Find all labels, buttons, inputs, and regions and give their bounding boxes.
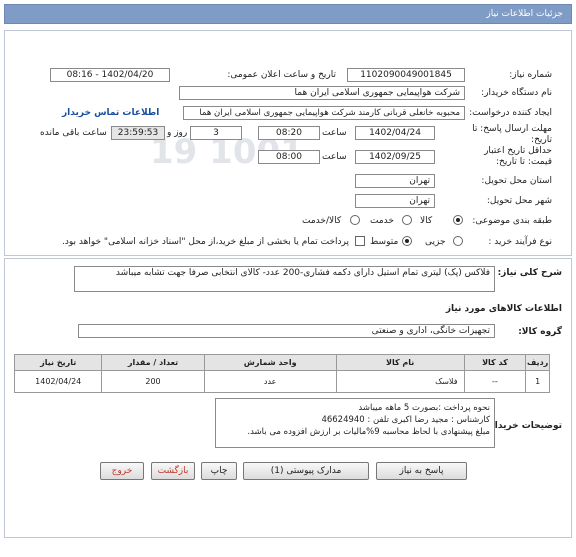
treasury-payment-checkbox[interactable]	[355, 236, 365, 246]
cell-qty: 200	[101, 370, 205, 393]
reply-button[interactable]: پاسخ به نیاز	[376, 462, 467, 480]
deadline-time-field: 08:20	[258, 126, 320, 140]
category-radio-both[interactable]	[350, 215, 360, 225]
province-label: استان محل تحویل:	[481, 176, 552, 186]
page-header: جزئیات اطلاعات نیاز	[4, 4, 572, 24]
category-label: طبقه بندی موضوعی:	[472, 216, 552, 226]
col-unit: واحد شمارش	[203, 354, 337, 371]
summary-label: شرح کلی نیاز:	[497, 268, 562, 278]
days-label: روز و	[167, 128, 188, 138]
category-radio-service[interactable]	[402, 215, 412, 225]
validity-time-label: ساعت	[322, 152, 347, 162]
buyer-field: شرکت هواپیمایی جمهوری اسلامی ایران هما	[179, 86, 465, 100]
cell-code: --	[463, 370, 527, 393]
creator-field: محبوبه خانعلی قربانی کارمند شرکت هواپیما…	[183, 106, 465, 120]
cell-date: 1402/04/24	[13, 370, 103, 393]
goods-group-field: تجهیزات خانگی، اداری و صنعتی	[78, 324, 495, 338]
buyer-notes-line: کارشناس : مجید رضا اکبری تلفن : 46624940	[321, 415, 490, 425]
goods-section-title: اطلاعات کالاهای مورد نیاز	[445, 304, 562, 314]
summary-field: فلاکس (پک) لیتری تمام استیل دارای دکمه ف…	[74, 266, 495, 292]
buyer-notes-field: نحوه پرداخت :بصورت 5 ماهه میباشد کارشناس…	[215, 398, 495, 448]
cell-name: فلاسک	[335, 370, 465, 393]
attachments-button[interactable]: مدارک پیوستی (1)	[243, 462, 369, 480]
col-date: تاریخ نیاز	[13, 354, 103, 371]
city-label: شهر محل تحویل:	[486, 196, 552, 206]
buyer-contact-link[interactable]: اطلاعات تماس خریدار	[62, 108, 159, 118]
validity-time-field: 08:00	[258, 150, 320, 164]
need-number-label: شماره نیاز:	[509, 70, 552, 80]
creator-label: ایجاد کننده درخواست:	[469, 108, 552, 118]
process-option-minor: جزیی	[425, 237, 446, 247]
treasury-payment-note: پرداخت تمام یا بخشی از مبلغ خرید،از محل …	[62, 237, 350, 247]
exit-button[interactable]: خروج	[100, 462, 144, 480]
city-field: تهران	[355, 194, 435, 208]
col-row: ردیف	[525, 354, 550, 371]
print-button[interactable]: چاپ	[201, 462, 237, 480]
announce-field: 1402/04/20 - 08:16	[50, 68, 170, 82]
days-field: 3	[190, 126, 242, 140]
process-radio-minor[interactable]	[453, 236, 463, 246]
table-row: 1 -- فلاسک عدد 200 1402/04/24	[13, 370, 550, 393]
buyer-notes-line: مبلغ پیشنهادی با لحاظ محاسبه 9%مالیات بر…	[247, 427, 490, 437]
validity-date-field: 1402/09/25	[355, 150, 435, 164]
category-option-both: کالا/خدمت	[302, 216, 342, 226]
goods-group-label: گروه کالا:	[518, 327, 562, 337]
page-title: جزئیات اطلاعات نیاز	[486, 9, 563, 19]
buyer-label: نام دستگاه خریدار:	[481, 88, 552, 98]
validity-label: حداقل تاریخ اعتبار قیمت: تا تاریخ:	[484, 146, 552, 167]
process-label: نوع فرآیند خرید :	[488, 237, 552, 247]
buyer-notes-label: توضیحات خریدار:	[486, 421, 562, 431]
category-option-goods: کالا	[420, 216, 433, 226]
remaining-label: ساعت باقی مانده	[40, 128, 107, 138]
deadline-time-label: ساعت	[322, 128, 347, 138]
process-radio-medium[interactable]	[402, 236, 412, 246]
buyer-notes-line: نحوه پرداخت :بصورت 5 ماهه میباشد	[358, 403, 490, 413]
goods-table-header: ردیف کد کالا نام کالا واحد شمارش تعداد /…	[13, 354, 550, 371]
col-name: نام کالا	[335, 354, 465, 371]
back-button[interactable]: بازگشت	[151, 462, 195, 480]
cell-unit: عدد	[203, 370, 337, 393]
category-radio-goods[interactable]	[453, 215, 463, 225]
deadline-date-field: 1402/04/24	[355, 126, 435, 140]
category-option-service: خدمت	[370, 216, 394, 226]
province-field: تهران	[355, 174, 435, 188]
goods-table: ردیف کد کالا نام کالا واحد شمارش تعداد /…	[13, 354, 550, 393]
remaining-time-field: 23:59:53	[111, 126, 165, 140]
col-code: کد کالا	[463, 354, 527, 371]
announce-label: تاریخ و ساعت اعلان عمومی:	[227, 70, 336, 80]
process-option-medium: متوسط	[370, 237, 399, 247]
col-qty: تعداد / مقدار	[101, 354, 205, 371]
cell-row: 1	[525, 370, 550, 393]
deadline-label: مهلت ارسال پاسخ: تا تاریخ:	[472, 124, 552, 145]
need-number-field: 1102090049001845	[347, 68, 465, 82]
